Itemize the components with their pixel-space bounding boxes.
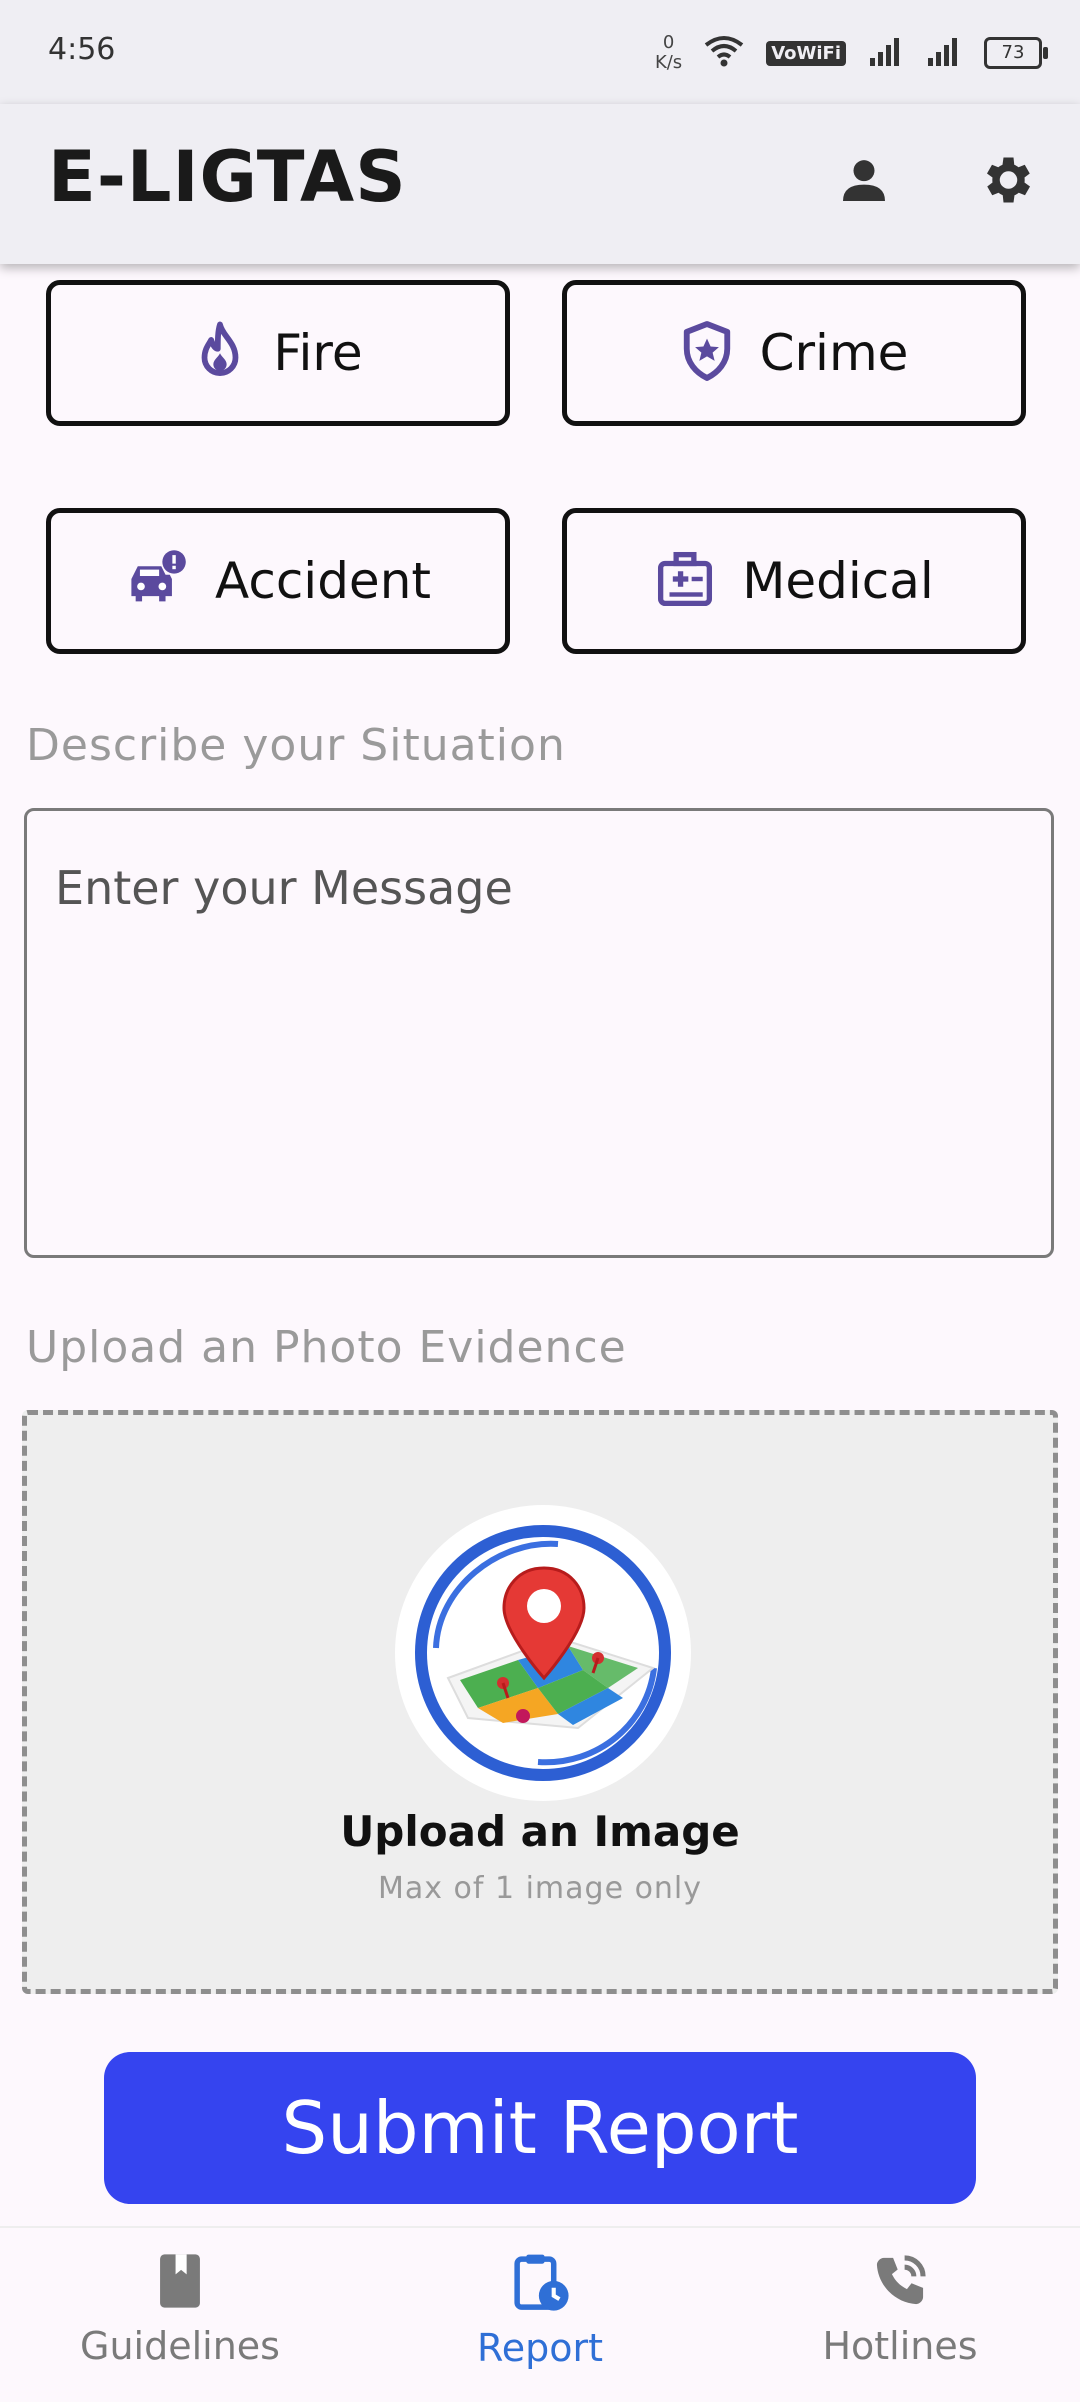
- status-time: 4:56: [48, 32, 116, 67]
- nav-label: Report: [477, 2326, 603, 2370]
- nav-label: Guidelines: [80, 2324, 280, 2368]
- category-crime-button[interactable]: Crime: [562, 280, 1026, 426]
- net-speed: 0 K/s: [654, 32, 683, 73]
- nav-item-guidelines[interactable]: Guidelines: [30, 2250, 330, 2400]
- image-upload-area[interactable]: Upload an Image Max of 1 image only: [22, 1410, 1058, 1994]
- book-icon: [153, 2254, 207, 2316]
- settings-button[interactable]: [966, 142, 1046, 222]
- category-label: Accident: [215, 552, 431, 610]
- signal-icon: [926, 36, 962, 70]
- submit-report-button[interactable]: Submit Report: [104, 2052, 976, 2204]
- car-crash-icon: [125, 549, 189, 613]
- signal-icon: [868, 36, 904, 70]
- wifi-icon: [704, 35, 744, 71]
- category-label: Fire: [273, 324, 363, 382]
- nav-label: Hotlines: [822, 2324, 978, 2368]
- battery-indicator: 73: [984, 37, 1048, 69]
- person-icon: [836, 152, 892, 212]
- upload-illustration: [395, 1505, 691, 1801]
- app-bar: E-LIGTAS: [0, 104, 1080, 264]
- gear-icon: [976, 150, 1036, 214]
- nav-item-hotlines[interactable]: Hotlines: [750, 2250, 1050, 2400]
- shield-star-icon: [680, 319, 734, 387]
- upload-subtitle: Max of 1 image only: [377, 1871, 703, 1906]
- vowifi-badge: VoWiFi: [766, 40, 846, 66]
- photo-evidence-label: Upload an Photo Evidence: [26, 1322, 627, 1373]
- nav-item-report[interactable]: Report: [390, 2250, 690, 2400]
- message-field-container: [24, 808, 1054, 1258]
- status-bar: 4:56 0 K/s VoWiFi 73: [0, 0, 1080, 104]
- map-pin-illustration: [415, 1525, 671, 1781]
- fire-icon: [193, 320, 247, 386]
- medical-kit-icon: [654, 548, 716, 614]
- profile-button[interactable]: [824, 142, 904, 222]
- category-accident-button[interactable]: Accident: [46, 508, 510, 654]
- category-medical-button[interactable]: Medical: [562, 508, 1026, 654]
- upload-title: Upload an Image: [340, 1807, 740, 1856]
- message-input[interactable]: [27, 811, 1051, 1255]
- app-title: E-LIGTAS: [48, 136, 407, 218]
- phone-ring-icon: [870, 2255, 930, 2316]
- category-fire-button[interactable]: Fire: [46, 280, 510, 426]
- status-icons: 0 K/s VoWiFi 73: [654, 28, 1048, 78]
- description-label: Describe your Situation: [26, 720, 566, 771]
- clipboard-clock-icon: [510, 2254, 570, 2318]
- category-label: Crime: [759, 324, 909, 382]
- bottom-navigation: Guidelines Report Hotlines: [0, 2226, 1080, 2402]
- category-label: Medical: [742, 552, 934, 610]
